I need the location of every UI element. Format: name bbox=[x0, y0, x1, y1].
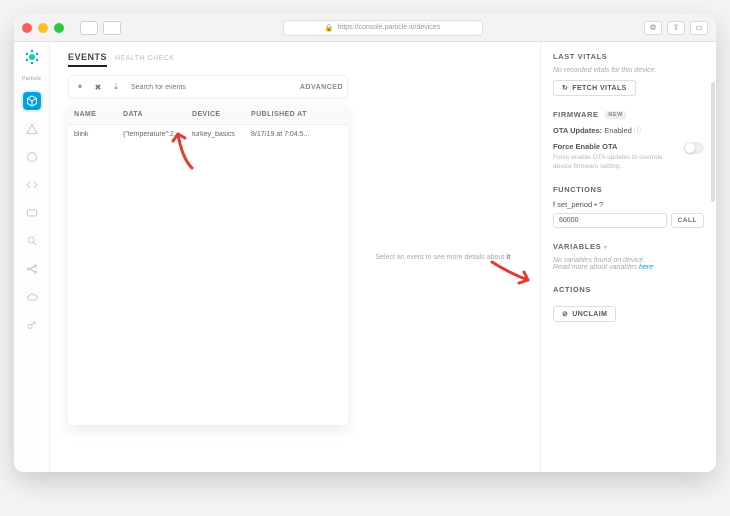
event-toolbar: ⏸ ✖ ⤓ ADVANCED bbox=[68, 75, 348, 99]
ota-label: OTA Updates: bbox=[553, 126, 602, 135]
chevron-down-icon[interactable]: ▾ bbox=[604, 245, 608, 251]
brand-name: Particle bbox=[22, 76, 41, 82]
last-vitals-section: LAST VITALS No recorded vitals for this … bbox=[553, 52, 704, 96]
ota-value: Enabled bbox=[604, 126, 632, 135]
cloud-icon bbox=[26, 291, 38, 303]
variables-section: VARIABLES ▾ No variables found on device… bbox=[553, 242, 704, 271]
detail-hint: Select an event to see more details abou… bbox=[375, 254, 510, 261]
cell-name: blink bbox=[74, 131, 119, 138]
fetch-vitals-button[interactable]: ↻ FETCH VITALS bbox=[553, 80, 636, 96]
clear-button[interactable]: ✖ bbox=[91, 80, 105, 94]
nav-integrations[interactable] bbox=[23, 176, 41, 194]
nav-auth[interactable] bbox=[23, 316, 41, 334]
hint-bold: it bbox=[506, 254, 510, 261]
key-icon bbox=[26, 319, 38, 331]
nav-billing[interactable] bbox=[23, 204, 41, 222]
col-name: NAME bbox=[74, 111, 119, 118]
firmware-title-text: FIRMWARE bbox=[553, 110, 599, 119]
actions-section: ACTIONS ⊘ UNCLAIM bbox=[553, 285, 704, 322]
cube-icon bbox=[26, 95, 38, 107]
last-vitals-note: No recorded vitals for this device. bbox=[553, 67, 704, 74]
variables-docs-link[interactable]: here bbox=[639, 264, 653, 271]
event-search-input[interactable] bbox=[127, 84, 296, 91]
cell-published: 8/17/19 at 7:04:5... bbox=[251, 131, 321, 138]
ota-row: OTA Updates: Enabled ⓘ bbox=[553, 125, 704, 136]
function-arg-input[interactable] bbox=[553, 213, 667, 228]
nav-back-button[interactable] bbox=[80, 21, 98, 35]
export-button[interactable]: ⤓ bbox=[109, 80, 123, 94]
firmware-title: FIRMWARE NEW bbox=[553, 110, 704, 119]
nav-network[interactable] bbox=[23, 260, 41, 278]
cell-device: turkey_basics bbox=[192, 131, 247, 138]
advanced-toggle[interactable]: ADVANCED bbox=[300, 84, 343, 91]
function-name: f set_period • ? bbox=[553, 200, 704, 209]
fetch-vitals-label: FETCH VITALS bbox=[572, 85, 626, 92]
col-data: DATA bbox=[123, 111, 188, 118]
minimize-window-button[interactable] bbox=[38, 23, 48, 33]
unclaim-icon: ⊘ bbox=[562, 310, 568, 318]
settings-gear-button[interactable]: ⚙ bbox=[644, 21, 662, 35]
hint-prefix: Select an event to see more details abou… bbox=[375, 254, 504, 261]
side-panel: LAST VITALS No recorded vitals for this … bbox=[540, 42, 716, 472]
code-icon bbox=[26, 179, 38, 191]
variables-note-1: No variables found on device. bbox=[553, 257, 704, 264]
unclaim-button[interactable]: ⊘ UNCLAIM bbox=[553, 306, 616, 322]
variables-title: VARIABLES ▾ bbox=[553, 242, 704, 251]
new-badge: NEW bbox=[605, 111, 626, 119]
info-icon[interactable]: ⓘ bbox=[634, 126, 642, 135]
nav-forward-button[interactable] bbox=[103, 21, 121, 35]
nav-devices[interactable] bbox=[23, 92, 41, 110]
cell-data: {"temperature":2... bbox=[123, 131, 188, 138]
close-window-button[interactable] bbox=[22, 23, 32, 33]
events-table: NAME DATA DEVICE PUBLISHED AT blink {"te… bbox=[68, 105, 348, 425]
events-tab[interactable]: EVENTS bbox=[68, 52, 107, 67]
function-call-button[interactable]: CALL bbox=[671, 213, 704, 228]
last-vitals-title: LAST VITALS bbox=[553, 52, 704, 61]
force-ota-label: Force Enable OTA bbox=[553, 142, 617, 151]
lock-icon: 🔒 bbox=[325, 24, 334, 32]
nav-search[interactable] bbox=[23, 232, 41, 250]
refresh-icon: ↻ bbox=[562, 84, 568, 92]
nav-events[interactable] bbox=[23, 148, 41, 166]
app-body: Particle EVENTS HEALTH CHECK bbox=[14, 42, 716, 472]
main-area: EVENTS HEALTH CHECK ⏸ ✖ ⤓ ADVANCED NAME … bbox=[50, 42, 716, 472]
url-bar[interactable]: 🔒 https://console.particle.io/devices bbox=[283, 20, 483, 36]
maximize-window-button[interactable] bbox=[54, 23, 64, 33]
circle-icon bbox=[26, 151, 38, 163]
browser-window: 🔒 https://console.particle.io/devices ⚙ … bbox=[14, 14, 716, 472]
triangle-icon bbox=[26, 123, 38, 135]
unclaim-label: UNCLAIM bbox=[572, 311, 607, 318]
network-icon bbox=[26, 263, 38, 275]
col-published: PUBLISHED AT bbox=[251, 111, 321, 118]
functions-title: FUNCTIONS bbox=[553, 185, 704, 194]
nav-cloud[interactable] bbox=[23, 288, 41, 306]
firmware-section: FIRMWARE NEW OTA Updates: Enabled ⓘ Forc… bbox=[553, 110, 704, 171]
variables-note-2: Read more about variables here bbox=[553, 264, 704, 271]
card-icon bbox=[26, 207, 38, 219]
brand-logo bbox=[23, 48, 41, 66]
share-button[interactable]: ⇪ bbox=[667, 21, 685, 35]
col-device: DEVICE bbox=[192, 111, 247, 118]
events-column: EVENTS HEALTH CHECK ⏸ ✖ ⤓ ADVANCED NAME … bbox=[68, 52, 348, 462]
url-text: https://console.particle.io/devices bbox=[337, 24, 440, 31]
tabs-button[interactable]: ▭ bbox=[690, 21, 708, 35]
titlebar: 🔒 https://console.particle.io/devices ⚙ … bbox=[14, 14, 716, 42]
variables-title-text: VARIABLES bbox=[553, 242, 601, 251]
event-detail-panel: Select an event to see more details abou… bbox=[360, 52, 526, 462]
health-tab[interactable]: HEALTH CHECK bbox=[115, 55, 175, 62]
side-scrollbar[interactable] bbox=[711, 82, 715, 202]
search-icon bbox=[26, 235, 38, 247]
center-panel: EVENTS HEALTH CHECK ⏸ ✖ ⤓ ADVANCED NAME … bbox=[50, 42, 540, 472]
sidebar-nav: Particle bbox=[14, 42, 50, 472]
pause-button[interactable]: ⏸ bbox=[73, 80, 87, 94]
event-row[interactable]: blink {"temperature":2... turkey_basics … bbox=[68, 125, 348, 144]
force-ota-toggle[interactable] bbox=[684, 142, 704, 154]
nav-sims[interactable] bbox=[23, 120, 41, 138]
force-ota-sub: Force enable OTA updates to override dev… bbox=[553, 153, 663, 171]
functions-section: FUNCTIONS f set_period • ? CALL bbox=[553, 185, 704, 228]
variables-note-prefix: Read more about variables bbox=[553, 264, 639, 271]
actions-title: ACTIONS bbox=[553, 285, 704, 294]
